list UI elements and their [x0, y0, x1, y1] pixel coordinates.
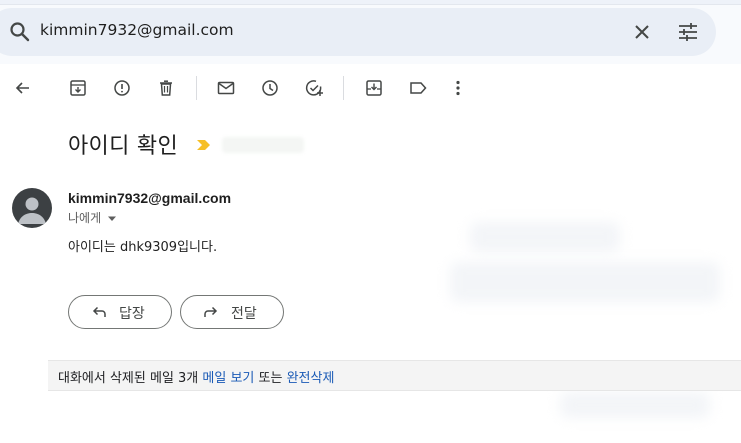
forward-label: 전달 — [231, 306, 257, 322]
search-input[interactable]: kimmin7932@gmail.com — [40, 21, 234, 39]
recipient-details-toggle[interactable]: 나에게 — [68, 209, 117, 226]
delete-forever-link[interactable]: 완전삭제 — [287, 371, 335, 386]
deleted-notice-text: 대화에서 삭제된 메일 3개 — [58, 371, 203, 386]
add-task-icon[interactable] — [304, 78, 324, 98]
chevron-down-icon[interactable] — [107, 216, 117, 222]
avatar[interactable] — [12, 188, 52, 228]
forward-icon — [204, 306, 218, 317]
inbox-label-chip[interactable] — [222, 137, 304, 153]
blurred-artifact — [560, 392, 710, 418]
tune-icon[interactable] — [676, 20, 700, 44]
report-spam-icon[interactable] — [112, 78, 132, 98]
deleted-messages-notice: 대화에서 삭제된 메일 3개 메일 보기 또는 완전삭제 — [48, 360, 741, 391]
message-subject: 아이디 확인 — [68, 134, 178, 159]
blurred-artifact — [470, 222, 620, 252]
importance-marker-icon[interactable] — [196, 139, 212, 151]
back-arrow-icon[interactable] — [13, 78, 33, 98]
snooze-icon[interactable] — [260, 78, 280, 98]
view-messages-link[interactable]: 메일 보기 — [202, 371, 254, 386]
move-to-icon[interactable] — [364, 78, 384, 98]
deleted-notice-or: 또는 — [254, 371, 287, 386]
label-icon[interactable] — [408, 78, 428, 98]
delete-icon[interactable] — [156, 78, 176, 98]
message-body: 아이디는 dhk9309입니다. — [68, 240, 218, 255]
search-bar[interactable]: kimmin7932@gmail.com — [0, 8, 716, 56]
reply-label: 답장 — [119, 306, 145, 322]
person-icon — [12, 188, 52, 228]
forward-button[interactable]: 전달 — [180, 295, 284, 329]
top-divider — [0, 0, 741, 5]
search-icon[interactable] — [8, 20, 32, 44]
blurred-artifact — [450, 262, 720, 302]
to-label: 나에게 — [68, 211, 102, 225]
reply-button[interactable]: 답장 — [68, 295, 172, 329]
toolbar-divider — [196, 76, 197, 100]
toolbar-divider — [343, 76, 344, 100]
archive-icon[interactable] — [68, 78, 88, 98]
more-vert-icon[interactable] — [448, 78, 468, 98]
close-icon[interactable] — [630, 20, 654, 44]
sender-email: kimmin7932@gmail.com — [68, 190, 232, 206]
mark-unread-icon[interactable] — [216, 78, 236, 98]
reply-icon — [92, 306, 106, 317]
